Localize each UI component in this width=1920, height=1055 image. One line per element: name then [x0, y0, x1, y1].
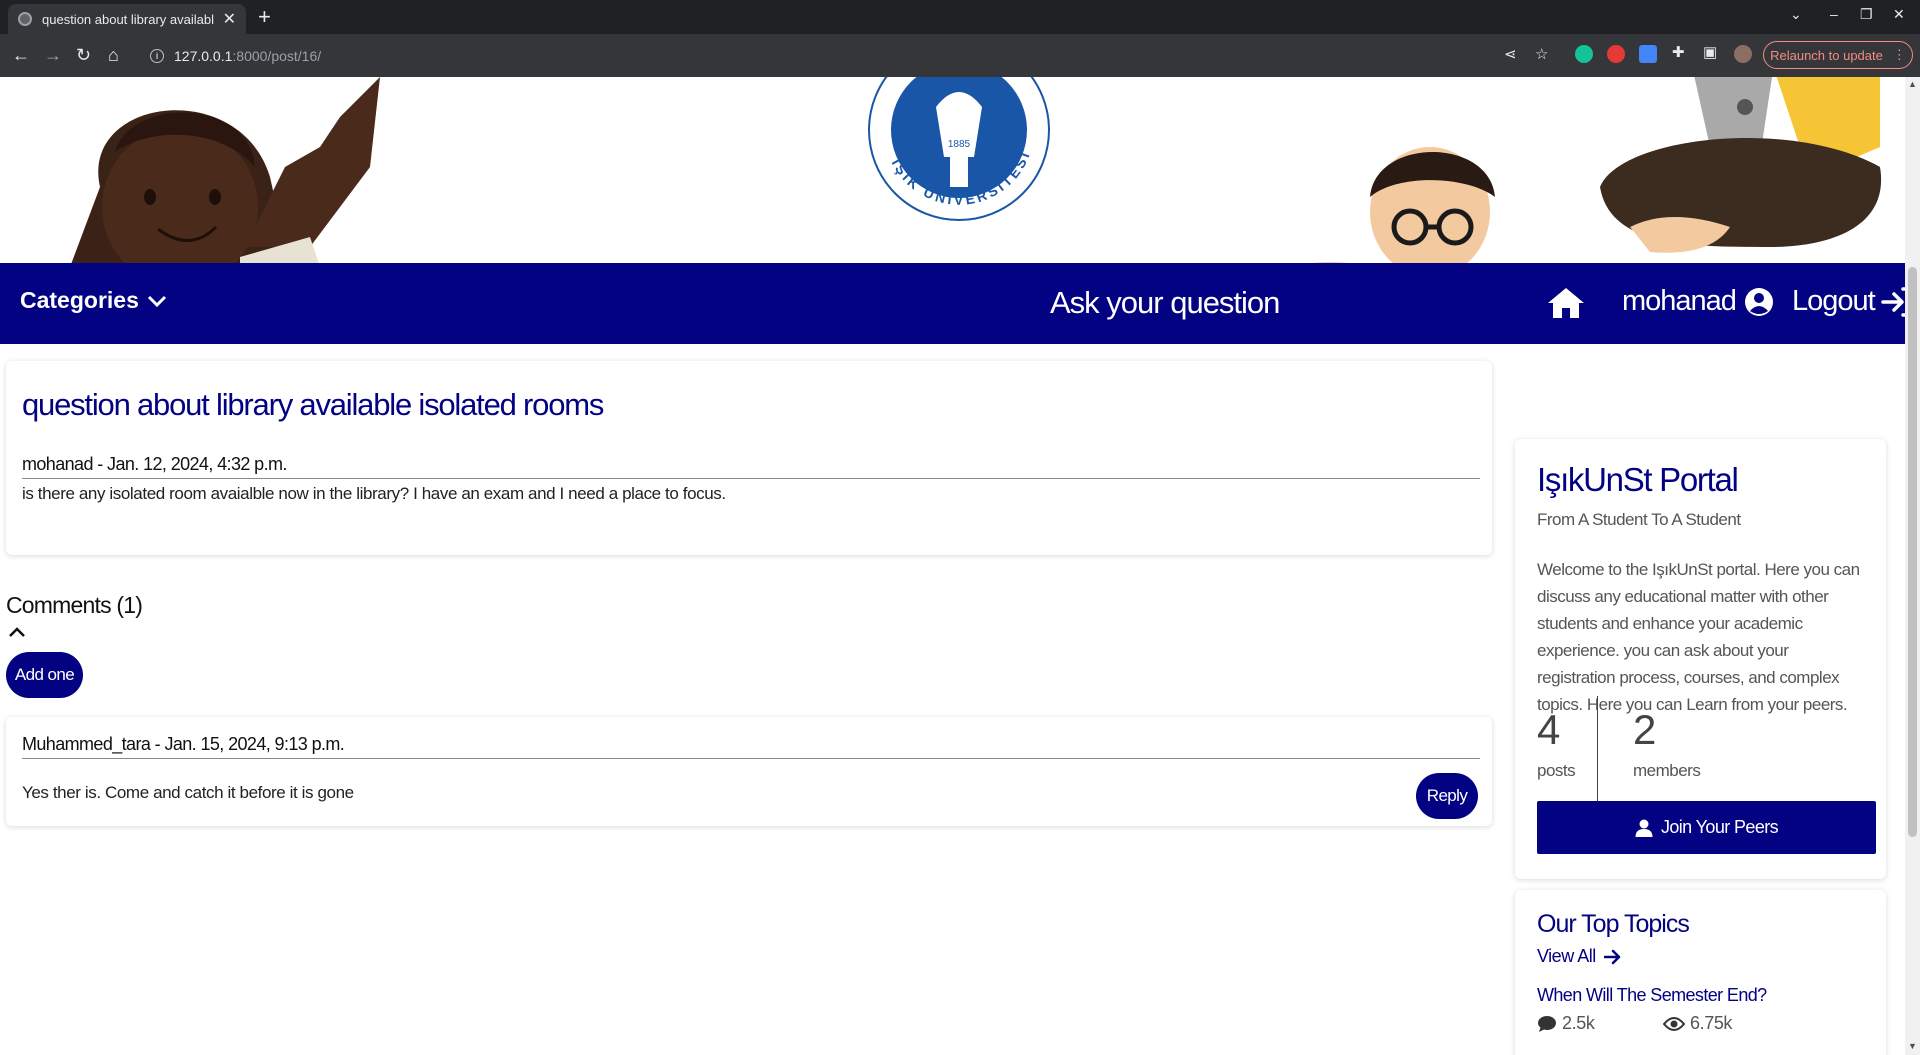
university-logo: 1885 IŞIK ÜNİVERSİTESİ	[868, 77, 1050, 221]
logo-year: 1885	[948, 139, 971, 150]
site-info-icon[interactable]: i	[150, 48, 164, 63]
topic-comments-count: 2.5k	[1562, 1013, 1595, 1033]
topic-comments-stat: 2.5k	[1537, 1013, 1595, 1034]
page-scrollbar[interactable]: ▲ ▼	[1905, 77, 1920, 1055]
relaunch-label: Relaunch to update	[1770, 47, 1883, 63]
hero-banner: 1885 IŞIK ÜNİVERSİTESİ	[0, 77, 1905, 263]
username-label: mohanad	[1622, 285, 1737, 317]
stat-divider	[1597, 696, 1598, 803]
user-icon	[1635, 819, 1653, 837]
posts-label: posts	[1537, 761, 1576, 780]
logout-label: Logout	[1792, 285, 1876, 317]
restore-icon[interactable]: ❐	[1860, 6, 1873, 23]
profile-avatar[interactable]	[1734, 45, 1752, 63]
close-window-icon[interactable]: ✕	[1893, 6, 1905, 23]
post-body: is there any isolated room avaialble now…	[22, 484, 726, 503]
side-panel-icon[interactable]: ▣	[1703, 44, 1717, 62]
reply-button[interactable]: Reply	[1416, 773, 1478, 819]
reload-icon[interactable]: ↻	[76, 44, 91, 66]
chevron-down-icon	[148, 295, 167, 308]
posts-count: 4	[1537, 706, 1560, 753]
scrollbar-thumb[interactable]	[1908, 267, 1917, 837]
browser-tab-bar: question about library availabl ✕ + ⌄ – …	[0, 0, 1920, 34]
user-circle-icon	[1744, 287, 1773, 316]
student-waving-illustration	[71, 77, 380, 263]
browser-toolbar: ← → ↻ ⌂ i 127.0.0.1:8000/post/16/ ⋖ ☆	[0, 34, 1920, 77]
join-label: Join Your Peers	[1660, 817, 1779, 837]
scroll-down-icon[interactable]: ▼	[1908, 1041, 1917, 1051]
page-viewport: 1885 IŞIK ÜNİVERSİTESİ Categories Ask yo…	[0, 77, 1905, 1055]
scroll-up-icon[interactable]: ▲	[1908, 79, 1917, 89]
arrow-right-icon	[1603, 949, 1620, 964]
eye-icon	[1663, 1016, 1685, 1031]
view-all-link[interactable]: View All	[1537, 946, 1622, 967]
share-icon[interactable]: ⋖	[1504, 46, 1517, 64]
url-host: 127.0.0.1	[174, 47, 233, 64]
comment-icon	[1538, 1015, 1556, 1032]
portal-description: Welcome to the IşıkUnSt portal. Here you…	[1537, 560, 1860, 714]
post-title: question about library available isolate…	[22, 387, 604, 422]
members-count: 2	[1633, 706, 1656, 753]
extensions-puzzle-icon[interactable]: ✚	[1672, 44, 1685, 62]
portal-title: IşıkUnSt Portal	[1537, 461, 1739, 498]
home-icon[interactable]	[1547, 287, 1585, 319]
tab-search-icon[interactable]: ⌄	[1790, 6, 1802, 23]
divider	[22, 478, 1480, 479]
topic-link[interactable]: When Will The Semester End?	[1537, 985, 1767, 1006]
comment-card: Muhammed_tara - Jan. 15, 2024, 9:13 p.m.…	[6, 717, 1492, 826]
topic-views-stat: 6.75k	[1663, 1013, 1732, 1034]
back-icon[interactable]: ←	[12, 44, 30, 66]
minimize-icon[interactable]: –	[1830, 6, 1838, 22]
post-card: question about library available isolate…	[6, 361, 1492, 555]
more-menu-icon[interactable]: ⋮	[1893, 47, 1906, 63]
categories-dropdown[interactable]: Categories	[20, 287, 167, 314]
student-laptop-illustration	[1600, 77, 1882, 253]
portal-subtitle: From A Student To A Student	[1537, 510, 1741, 529]
forward-icon[interactable]: →	[44, 44, 62, 66]
relaunch-button[interactable]: Relaunch to update ⋮	[1763, 41, 1913, 69]
post-meta: mohanad - Jan. 12, 2024, 4:32 p.m.	[22, 454, 287, 474]
comment-meta: Muhammed_tara - Jan. 15, 2024, 9:13 p.m.	[22, 734, 345, 754]
address-bar[interactable]: i 127.0.0.1:8000/post/16/	[140, 40, 1520, 71]
extension-icon[interactable]	[1607, 45, 1625, 63]
top-topics-card: Our Top Topics View All When Will The Se…	[1515, 890, 1886, 1055]
ask-question-link[interactable]: Ask your question	[1050, 285, 1280, 321]
topic-views-count: 6.75k	[1690, 1013, 1733, 1033]
bookmark-star-icon[interactable]: ☆	[1535, 46, 1548, 64]
new-tab-icon[interactable]: +	[258, 6, 271, 28]
url-path: :8000/post/16/	[232, 47, 322, 64]
sign-out-icon	[1880, 286, 1905, 317]
portal-info-card: IşıkUnSt Portal From A Student To A Stud…	[1515, 439, 1886, 879]
topics-title: Our Top Topics	[1537, 910, 1690, 938]
user-profile-link[interactable]: mohanad	[1622, 285, 1774, 318]
tab-title: question about library availabl	[42, 11, 214, 27]
close-tab-icon[interactable]: ✕	[223, 9, 236, 29]
home-icon[interactable]: ⌂	[108, 44, 119, 66]
comment-body: Yes ther is. Come and catch it before it…	[22, 783, 354, 802]
join-peers-button[interactable]: Join Your Peers	[1537, 801, 1876, 854]
categories-label: Categories	[20, 287, 139, 313]
chevron-up-icon[interactable]	[8, 626, 26, 638]
grammarly-extension-icon[interactable]	[1575, 45, 1593, 63]
student-glasses-illustration	[1312, 147, 1495, 263]
translate-extension-icon[interactable]	[1639, 45, 1657, 63]
members-label: members	[1633, 761, 1701, 780]
view-all-label: View All	[1537, 946, 1596, 966]
logout-link[interactable]: Logout	[1792, 285, 1905, 318]
divider	[22, 758, 1480, 759]
main-navbar: Categories Ask your question mohanad Log…	[0, 263, 1905, 344]
globe-icon	[18, 12, 32, 26]
comments-heading: Comments (1)	[6, 592, 143, 618]
add-comment-button[interactable]: Add one	[6, 652, 83, 698]
browser-tab[interactable]: question about library availabl ✕	[8, 4, 246, 34]
